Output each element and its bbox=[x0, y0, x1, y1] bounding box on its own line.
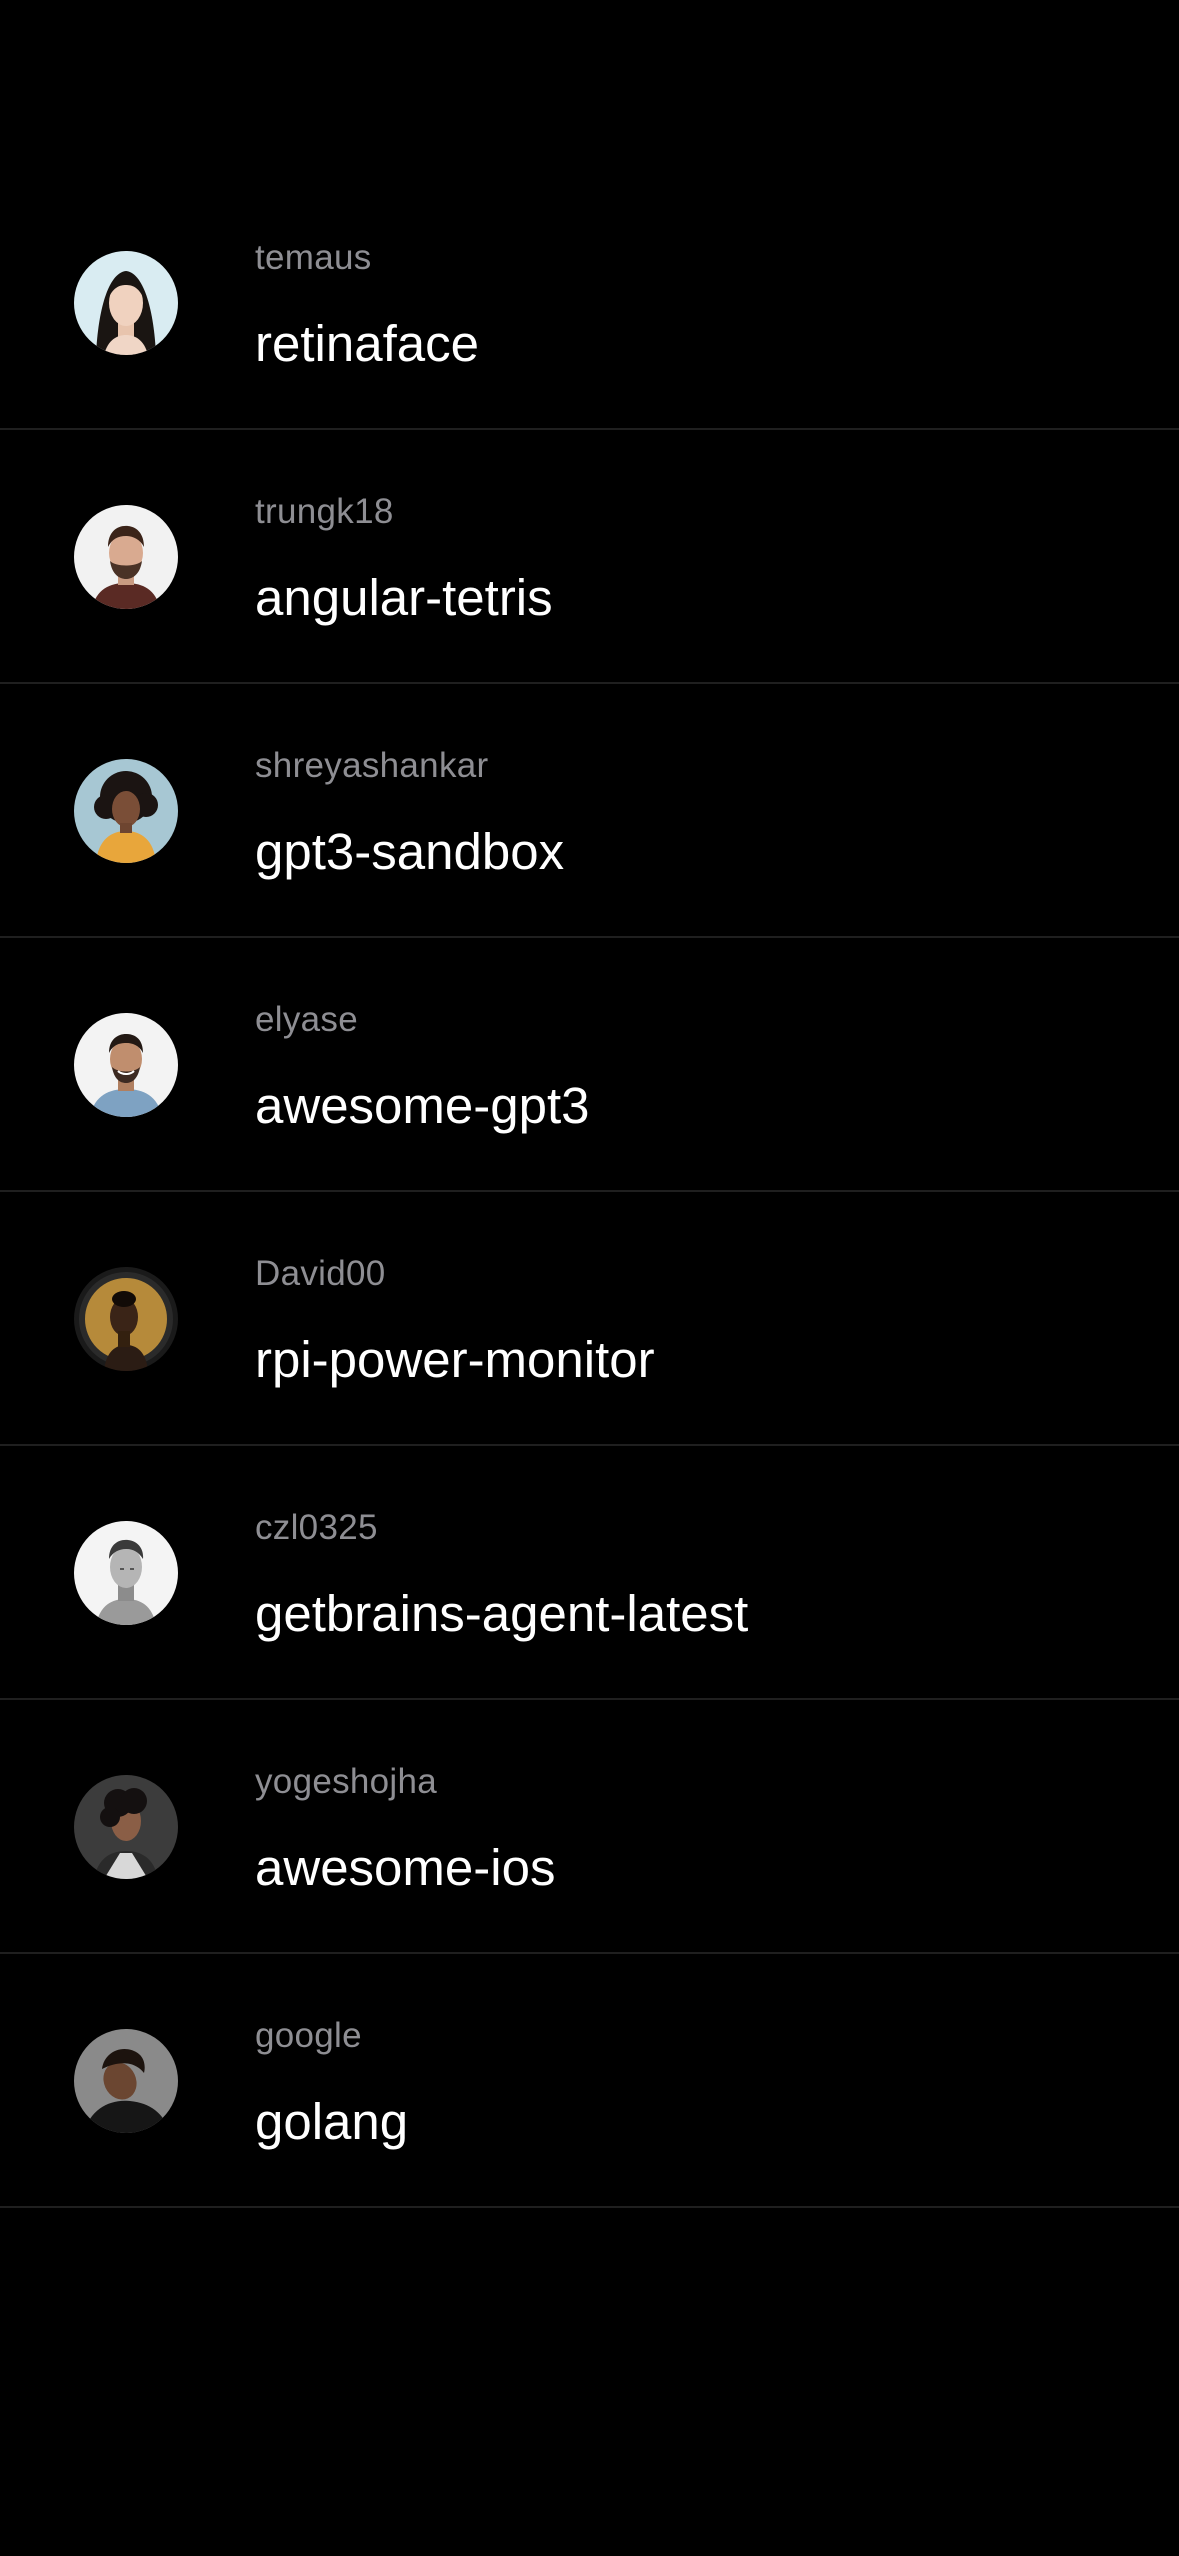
repo-owner: elyase bbox=[255, 1000, 358, 1039]
repo-row[interactable]: shreyashankar gpt3-sandbox bbox=[0, 684, 1179, 938]
avatar bbox=[74, 1267, 178, 1371]
avatar bbox=[74, 505, 178, 609]
repo-name: gpt3-sandbox bbox=[255, 823, 565, 880]
repo-owner: czl0325 bbox=[255, 1508, 378, 1547]
repo-owner: David00 bbox=[255, 1254, 386, 1293]
repo-name: awesome-gpt3 bbox=[255, 1077, 590, 1134]
avatar bbox=[74, 1775, 178, 1879]
repo-row[interactable]: google golang bbox=[0, 1954, 1179, 2208]
avatar bbox=[74, 1013, 178, 1117]
repo-owner: google bbox=[255, 2016, 362, 2055]
repo-owner: shreyashankar bbox=[255, 746, 489, 785]
repo-row[interactable]: David00 rpi-power-monitor bbox=[0, 1192, 1179, 1446]
avatar bbox=[74, 1521, 178, 1625]
repo-name: awesome-ios bbox=[255, 1839, 556, 1896]
repo-name: rpi-power-monitor bbox=[255, 1331, 655, 1388]
repo-row[interactable]: temaus retinaface bbox=[0, 176, 1179, 430]
repo-row[interactable]: trungk18 angular-tetris bbox=[0, 430, 1179, 684]
repo-row[interactable]: yogeshojha awesome-ios bbox=[0, 1700, 1179, 1954]
repo-row[interactable]: elyase awesome-gpt3 bbox=[0, 938, 1179, 1192]
repo-name: retinaface bbox=[255, 315, 479, 372]
repo-name: getbrains-agent-latest bbox=[255, 1585, 749, 1642]
repo-owner: temaus bbox=[255, 238, 372, 277]
repo-row[interactable]: czl0325 getbrains-agent-latest bbox=[0, 1446, 1179, 1700]
avatar bbox=[74, 251, 178, 355]
avatar bbox=[74, 2029, 178, 2133]
repo-owner: yogeshojha bbox=[255, 1762, 438, 1801]
repo-name: angular-tetris bbox=[255, 569, 553, 626]
avatar bbox=[74, 759, 178, 863]
repo-list: temaus retinaface trungk18 angular-tetri… bbox=[0, 176, 1179, 2208]
repo-owner: trungk18 bbox=[255, 492, 394, 531]
repo-name: golang bbox=[255, 2093, 409, 2150]
